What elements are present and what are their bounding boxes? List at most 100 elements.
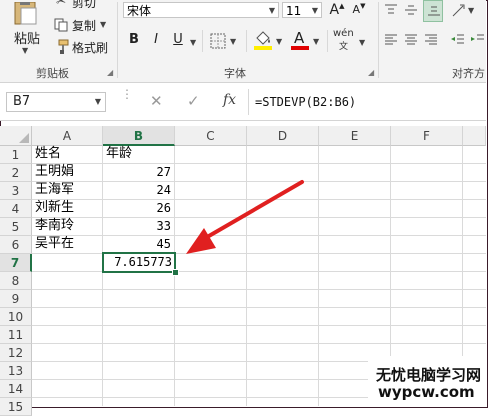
- font-size-dropdown-icon[interactable]: ▼: [312, 3, 318, 19]
- column-header-a[interactable]: A: [32, 126, 103, 146]
- font-launcher-icon[interactable]: ◢: [368, 68, 374, 77]
- cut-button[interactable]: ✂ 剪切: [54, 0, 114, 8]
- align-top-button[interactable]: [383, 2, 403, 20]
- row-header[interactable]: 9: [0, 290, 32, 308]
- copy-dropdown-icon[interactable]: ▼: [100, 20, 106, 29]
- font-group-label: 字体: [224, 67, 246, 80]
- ribbon-separator: [378, 2, 379, 78]
- align-right-button[interactable]: [423, 32, 443, 50]
- row-header[interactable]: 10: [0, 308, 32, 326]
- copy-label: 复制: [72, 19, 97, 33]
- decrease-indent-button[interactable]: [450, 32, 468, 50]
- orientation-button[interactable]: ▼: [450, 2, 480, 20]
- column-header-c[interactable]: C: [175, 126, 247, 146]
- row-header[interactable]: 6: [0, 236, 32, 254]
- cell-a1[interactable]: 姓名: [35, 145, 61, 163]
- row-header-selected[interactable]: 7: [0, 254, 32, 272]
- column-header-f[interactable]: F: [391, 126, 463, 146]
- watermark-url: wypcw.com: [378, 383, 475, 401]
- column-header-b[interactable]: B: [103, 126, 175, 146]
- row-header[interactable]: 5: [0, 218, 32, 236]
- underline-button[interactable]: U: [170, 32, 186, 47]
- italic-button[interactable]: I: [148, 32, 164, 47]
- cell-b5[interactable]: 33: [103, 217, 171, 235]
- row-header[interactable]: 8: [0, 272, 32, 290]
- shrink-font-button[interactable]: A▼: [350, 2, 368, 18]
- active-cell-b7[interactable]: 7.615773: [102, 252, 176, 273]
- shrink-font-icon: ▼: [360, 2, 366, 10]
- align-bottom-icon: [428, 6, 440, 16]
- font-size-select[interactable]: 11 ▼: [282, 2, 322, 18]
- cell-b4[interactable]: 26: [103, 199, 171, 217]
- cell-b6[interactable]: 45: [103, 235, 171, 253]
- row-header[interactable]: 12: [0, 344, 32, 362]
- row-header[interactable]: 2: [0, 164, 32, 182]
- cell-b2[interactable]: 27: [103, 163, 171, 181]
- align-left-icon: [385, 34, 397, 45]
- font-name-dropdown-icon[interactable]: ▼: [269, 3, 275, 19]
- column-header-g[interactable]: [463, 126, 486, 146]
- cell-a4[interactable]: 刘新生: [35, 199, 74, 217]
- gridline: [174, 146, 175, 406]
- cell-a6[interactable]: 吴平在: [35, 235, 74, 253]
- increase-indent-button[interactable]: [470, 32, 486, 50]
- align-middle-button[interactable]: [403, 2, 423, 20]
- align-center-button[interactable]: [403, 32, 423, 50]
- cell-a3[interactable]: 王海军: [35, 181, 74, 199]
- align-left-button[interactable]: [383, 32, 403, 50]
- format-painter-button[interactable]: 格式刷: [52, 38, 112, 56]
- row-header[interactable]: 15: [0, 398, 32, 416]
- row-header[interactable]: 3: [0, 182, 32, 200]
- fill-handle[interactable]: [172, 269, 179, 276]
- row-header[interactable]: 4: [0, 200, 32, 218]
- paste-dropdown-icon[interactable]: ▼: [22, 46, 28, 55]
- underline-dropdown-icon[interactable]: ▼: [190, 38, 196, 47]
- copy-button[interactable]: 复制 ▼: [52, 16, 112, 34]
- bold-button[interactable]: B: [126, 32, 142, 47]
- font-name-select[interactable]: 宋体 ▼: [123, 2, 279, 18]
- borders-button[interactable]: ▼: [210, 32, 240, 50]
- formula-bar-grip-icon[interactable]: ⋮: [121, 88, 133, 100]
- row-header[interactable]: 13: [0, 362, 32, 380]
- formula-input[interactable]: =STDEVP(B2:B6): [255, 95, 356, 109]
- align-bottom-button[interactable]: [423, 0, 443, 22]
- phonetic-dropdown-icon[interactable]: ▼: [359, 38, 365, 47]
- row-header[interactable]: 1: [0, 146, 32, 164]
- clipboard-launcher-icon[interactable]: ◢: [107, 68, 113, 77]
- paint-bucket-icon: [256, 31, 270, 45]
- borders-dropdown-icon[interactable]: ▼: [230, 37, 236, 46]
- column-header-d[interactable]: D: [247, 126, 319, 146]
- orientation-dropdown-icon[interactable]: ▼: [468, 6, 474, 15]
- borders-icon: [210, 33, 226, 49]
- font-color-dropdown-icon[interactable]: ▼: [313, 37, 319, 46]
- grow-font-button[interactable]: A▲: [328, 2, 346, 18]
- ribbon-separator: [117, 2, 118, 78]
- cell-a2[interactable]: 王明娟: [35, 163, 74, 181]
- select-all-corner[interactable]: [0, 126, 32, 146]
- increase-indent-icon: [471, 34, 484, 41]
- fill-color-dropdown-icon[interactable]: ▼: [276, 37, 282, 46]
- cell-b3[interactable]: 24: [103, 181, 171, 199]
- paste-button[interactable]: 粘贴 ▼: [6, 2, 46, 55]
- confirm-entry-icon[interactable]: ✓: [187, 92, 200, 110]
- cell-a5[interactable]: 李南玲: [35, 217, 74, 235]
- fill-color-button[interactable]: ▼: [254, 30, 288, 52]
- align-center-icon: [405, 34, 417, 45]
- column-header-e[interactable]: E: [319, 126, 391, 146]
- cancel-entry-icon[interactable]: ✕: [150, 92, 163, 110]
- name-box-dropdown-icon[interactable]: ▼: [95, 97, 101, 106]
- cut-label: 剪切: [72, 0, 97, 8]
- gridline: [32, 217, 486, 218]
- decrease-indent-icon: [451, 34, 464, 44]
- font-color-button[interactable]: A ▼: [291, 29, 325, 52]
- gridline: [32, 253, 486, 254]
- align-right-icon: [425, 34, 437, 45]
- name-box-value: B7: [13, 94, 31, 109]
- align-middle-icon: [405, 5, 417, 15]
- name-box[interactable]: B7 ▼: [6, 92, 106, 112]
- row-header[interactable]: 14: [0, 380, 32, 398]
- row-header[interactable]: 11: [0, 326, 32, 344]
- phonetic-button[interactable]: wén 文 ▼: [333, 28, 367, 54]
- cell-b1[interactable]: 年龄: [106, 145, 132, 163]
- insert-function-button[interactable]: fx: [223, 92, 236, 108]
